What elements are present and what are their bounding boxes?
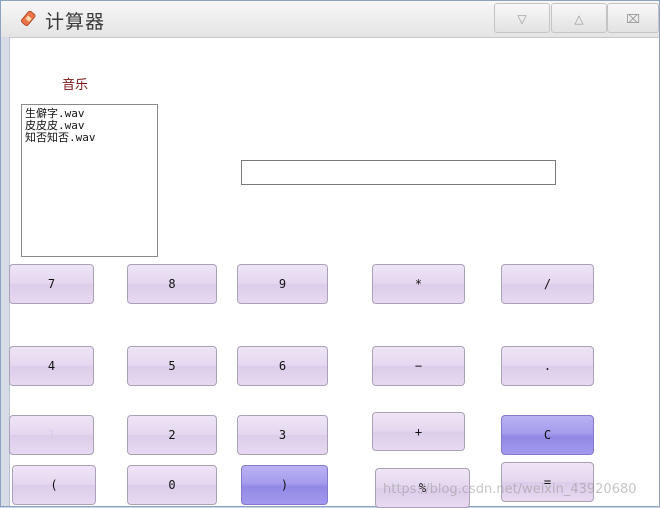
close-icon: ⌧: [626, 12, 640, 26]
title-bar: 计算器 ▽ △ ⌧: [1, 1, 659, 38]
key-8-button[interactable]: 8: [127, 264, 217, 304]
minimize-button[interactable]: ▽: [494, 3, 550, 33]
maximize-button[interactable]: △: [551, 3, 607, 33]
clear-button[interactable]: C: [501, 415, 594, 455]
close-button[interactable]: ⌧: [607, 3, 659, 33]
key-5-button[interactable]: 5: [127, 346, 217, 386]
key-2-button[interactable]: 2: [127, 415, 217, 455]
key-4-button[interactable]: 4: [9, 346, 94, 386]
calculator-window: 计算器 ▽ △ ⌧ 音乐 生僻字.wav 皮皮皮.wav 知否知否.wav 7 …: [0, 0, 660, 508]
list-item[interactable]: 知否知否.wav: [22, 132, 157, 144]
content-area: 音乐 生僻字.wav 皮皮皮.wav 知否知否.wav 7 8 9 * / 4 …: [9, 38, 659, 508]
window-title: 计算器: [45, 11, 106, 33]
music-list[interactable]: 生僻字.wav 皮皮皮.wav 知否知否.wav: [21, 104, 158, 257]
key-0-button[interactable]: 0: [127, 465, 217, 505]
key-6-button[interactable]: 6: [237, 346, 328, 386]
display-field[interactable]: [241, 160, 556, 185]
key-9-button[interactable]: 9: [237, 264, 328, 304]
key-1-button[interactable]: 1: [9, 415, 94, 455]
key-3-button[interactable]: 3: [237, 415, 328, 455]
multiply-button[interactable]: *: [372, 264, 465, 304]
decimal-button[interactable]: .: [501, 346, 594, 386]
watermark: https://blog.csdn.net/weixin_43920680: [383, 482, 637, 497]
maximize-icon: △: [574, 12, 584, 26]
music-label: 音乐: [62, 78, 89, 93]
add-button[interactable]: +: [372, 412, 465, 451]
key-7-button[interactable]: 7: [9, 264, 94, 304]
app-icon: [20, 10, 37, 27]
minimize-icon: ▽: [517, 12, 527, 26]
open-paren-button[interactable]: (: [12, 465, 96, 505]
subtract-button[interactable]: −: [372, 346, 465, 386]
close-paren-button[interactable]: ): [241, 465, 328, 505]
divide-button[interactable]: /: [501, 264, 594, 304]
